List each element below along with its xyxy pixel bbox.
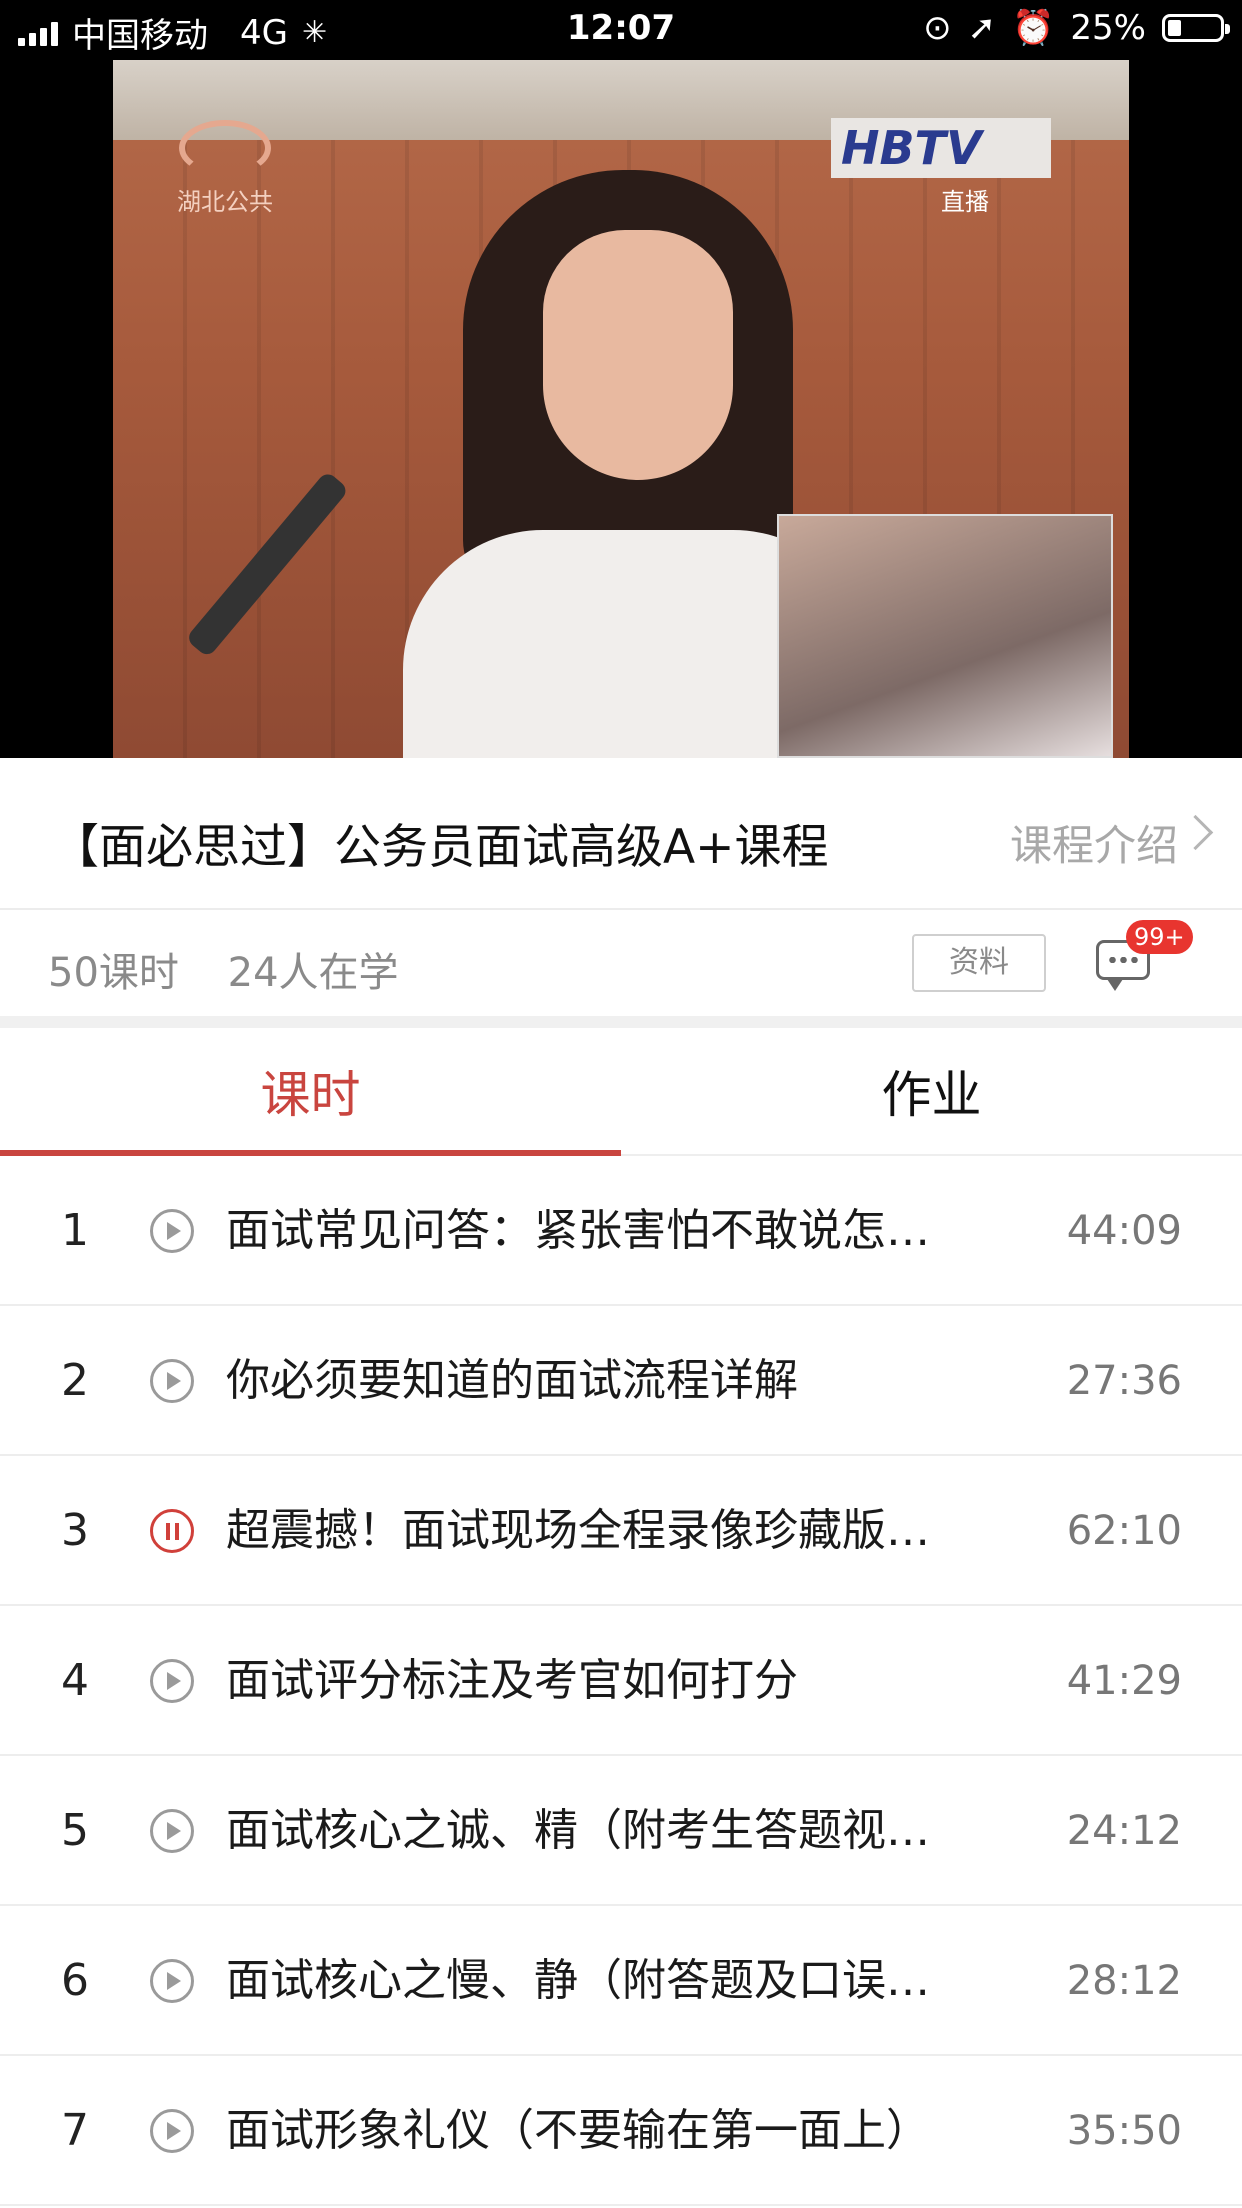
tab-lessons[interactable]: 课时 [0, 1028, 621, 1156]
location-icon: ➚ [967, 8, 997, 48]
list-item[interactable]: 1 面试常见问答：紧张害怕不敢说怎… 44:09 [0, 1156, 1242, 1306]
lesson-title: 超震撼！面试现场全程录像珍藏版… [226, 1505, 930, 1556]
lesson-title: 面试形象礼仪（不要输在第一面上） [226, 2105, 930, 2156]
lesson-duration: 28:12 [1066, 1958, 1182, 2004]
battery-percent: 25% [1070, 8, 1146, 48]
lesson-number: 3 [61, 1505, 89, 1556]
lesson-list: 1 面试常见问答：紧张害怕不敢说怎… 44:09 2 你必须要知道的面试流程详解… [0, 1156, 1242, 2206]
video-player[interactable]: 湖北公共 HBTV 直播 [0, 60, 1242, 758]
inset-video [777, 514, 1113, 758]
lesson-number: 4 [61, 1655, 89, 1706]
list-item[interactable]: 3 超震撼！面试现场全程录像珍藏版… 62:10 [0, 1456, 1242, 1606]
lesson-count: 50课时 [48, 950, 179, 996]
divider [0, 1016, 1242, 1028]
lesson-title: 面试核心之诚、精（附考生答题视… [226, 1805, 930, 1856]
comment-badge: 99+ [1126, 920, 1193, 954]
lesson-duration: 41:29 [1066, 1658, 1182, 1704]
list-item[interactable]: 5 面试核心之诚、精（附考生答题视… 24:12 [0, 1756, 1242, 1906]
list-item[interactable]: 6 面试核心之慢、静（附答题及口误… 28:12 [0, 1906, 1242, 2056]
lesson-duration: 24:12 [1066, 1808, 1182, 1854]
play-icon[interactable] [150, 1659, 194, 1703]
play-icon[interactable] [150, 2109, 194, 2153]
alarm-icon: ⏰ [1012, 8, 1055, 48]
lesson-number: 7 [61, 2105, 89, 2156]
rotation-lock-icon: ⊙ [923, 8, 952, 48]
play-icon[interactable] [150, 1959, 194, 2003]
list-item[interactable]: 2 你必须要知道的面试流程详解 27:36 [0, 1306, 1242, 1456]
status-bar: 中国移动 4G ✳ 12:07 ⊙ ➚ ⏰ 25% [0, 0, 1242, 60]
lesson-duration: 62:10 [1066, 1508, 1182, 1554]
course-title: 【面必思过】公务员面试高级A+课程 [52, 820, 829, 875]
lesson-number: 6 [61, 1955, 89, 2006]
list-item[interactable]: 7 面试形象礼仪（不要输在第一面上） 35:50 [0, 2056, 1242, 2206]
lesson-title: 你必须要知道的面试流程详解 [226, 1355, 798, 1406]
battery-icon [1162, 14, 1230, 42]
list-item[interactable]: 4 面试评分标注及考官如何打分 41:29 [0, 1606, 1242, 1756]
tab-bar: 课时 作业 [0, 1028, 1242, 1156]
materials-button[interactable]: 资料 [912, 934, 1046, 992]
lesson-number: 2 [61, 1355, 89, 1406]
lesson-duration: 27:36 [1066, 1358, 1182, 1404]
lesson-duration: 44:09 [1066, 1208, 1182, 1254]
course-meta-row: 50课时 24人在学 资料 99+ [0, 910, 1242, 1016]
broadcast-logo: HBTV [831, 118, 1051, 178]
lesson-duration: 35:50 [1066, 2108, 1182, 2154]
tab-homework[interactable]: 作业 [621, 1028, 1242, 1156]
play-icon[interactable] [150, 1359, 194, 1403]
pause-icon[interactable] [150, 1509, 194, 1553]
chevron-right-icon[interactable] [1177, 814, 1214, 851]
play-icon[interactable] [150, 1209, 194, 1253]
lesson-title: 面试核心之慢、静（附答题及口误… [226, 1955, 930, 2006]
play-icon[interactable] [150, 1809, 194, 1853]
lesson-title: 面试评分标注及考官如何打分 [226, 1655, 798, 1706]
lesson-number: 1 [61, 1205, 89, 1256]
lesson-title: 面试常见问答：紧张害怕不敢说怎… [226, 1205, 930, 1256]
learner-count: 24人在学 [227, 950, 399, 996]
station-logo: 湖北公共 [175, 120, 275, 216]
lesson-number: 5 [61, 1805, 89, 1856]
course-title-row: 【面必思过】公务员面试高级A+课程 课程介绍 [0, 758, 1242, 910]
video-frame[interactable]: 湖北公共 HBTV 直播 [113, 60, 1129, 758]
course-intro-link[interactable]: 课程介绍 [1010, 812, 1178, 873]
live-label: 直播 [941, 188, 989, 216]
